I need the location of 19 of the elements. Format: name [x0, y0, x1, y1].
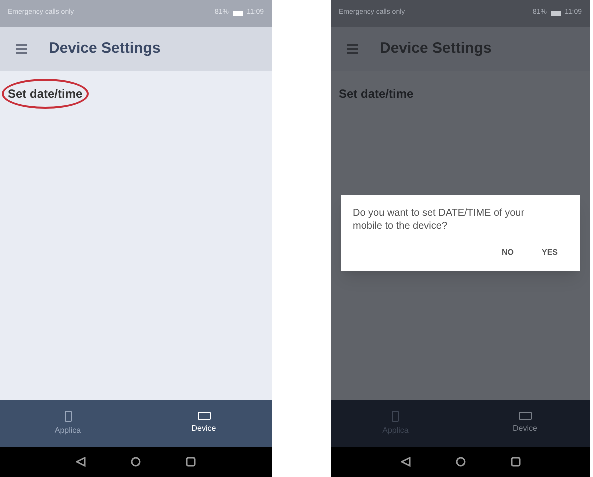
recents-icon[interactable] [510, 457, 520, 467]
recents-icon[interactable] [186, 457, 196, 467]
nav-tab[interactable]: Device [460, 400, 590, 447]
menu-icon[interactable] [16, 44, 27, 54]
screen-title: Device Settings [49, 38, 161, 59]
phone-icon [64, 410, 72, 422]
dialog-button[interactable]: NO [492, 243, 524, 263]
home-icon[interactable] [456, 457, 466, 467]
dialog-button[interactable]: YES [532, 243, 568, 263]
setting-item[interactable]: Set date/time [2, 79, 89, 109]
back-icon[interactable] [76, 457, 86, 467]
nav-tab[interactable]: Device [136, 400, 272, 447]
phone-icon [392, 410, 400, 422]
screen-title: Device Settings [380, 38, 492, 59]
back-icon[interactable] [400, 457, 410, 467]
battery-icon [233, 11, 243, 16]
battery-icon [551, 11, 561, 16]
home-icon[interactable] [131, 457, 141, 467]
dialog-message: Do you want to set DATE/TIME of your mobile to the device? [353, 207, 526, 233]
